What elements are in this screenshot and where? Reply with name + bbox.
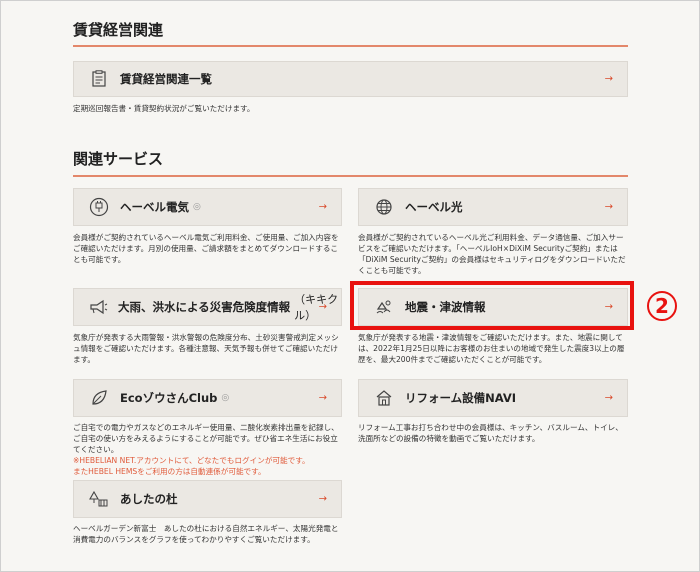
service-card-eco-zousan[interactable]: EcoゾウさんClub ◎ → bbox=[73, 379, 342, 417]
arrow-right-icon: → bbox=[604, 201, 613, 213]
external-link-icon: ◎ bbox=[221, 393, 230, 403]
document-icon bbox=[88, 68, 110, 90]
service-description: 気象庁が発表する地震・津波情報をご確認いただけます。また、地震に関しては、202… bbox=[358, 333, 625, 364]
plug-icon bbox=[88, 196, 110, 218]
arrow-right-icon: → bbox=[318, 392, 327, 404]
service-card-hebel-hikari[interactable]: ヘーベル光 → bbox=[358, 188, 628, 226]
service-label: ヘーベル電気 bbox=[120, 200, 189, 214]
service-label: 大雨、洪水による災害危険度情報 bbox=[118, 300, 291, 314]
rental-list-card[interactable]: 賃貸経営関連一覧 → bbox=[73, 61, 628, 97]
service-description: ご自宅での電力やガスなどのエネルギー使用量、二酸化炭素排出量を記録し、ご自宅の使… bbox=[73, 423, 339, 454]
highlight-box bbox=[350, 281, 634, 330]
leaf-icon bbox=[88, 387, 110, 409]
service-label: リフォーム設備NAVI bbox=[405, 391, 517, 405]
rental-section-title: 賃貸経営関連 bbox=[73, 21, 164, 39]
service-description: ヘーベルガーデン新富士 あしたの杜における自然エネルギー、太陽光発電と消費電力の… bbox=[73, 524, 339, 544]
service-description: 会員様がご契約されているヘーベル光ご利用料金、データ通信量、ご加入サービスをご確… bbox=[358, 233, 626, 275]
service-description: リフォーム工事お打ち合わせ中の会員様は、キッチン、バスルーム、トイレ、洗面所など… bbox=[358, 423, 623, 443]
arrow-right-icon: → bbox=[604, 392, 613, 404]
globe-icon bbox=[373, 196, 395, 218]
house-icon bbox=[373, 387, 395, 409]
step-marker: 2 bbox=[647, 291, 677, 321]
service-note: またHEBEL HEMSをご利用の方は自動連係が可能です。 bbox=[73, 467, 266, 476]
arrow-right-icon: → bbox=[318, 201, 327, 213]
rental-list-description: 定期巡回報告書・賃貸契約状況がご覧いただけます。 bbox=[73, 104, 255, 113]
arrow-right-icon: → bbox=[318, 493, 327, 505]
service-card-reform-navi[interactable]: リフォーム設備NAVI → bbox=[358, 379, 628, 417]
service-description: 気象庁が発表する大雨警報・洪水警報の危険度分布、土砂災害警戒判定メッシュ情報をご… bbox=[73, 333, 339, 364]
external-link-icon: ◎ bbox=[193, 202, 201, 212]
tree-icon bbox=[88, 488, 110, 510]
service-note: ※HEBELIAN NET.アカウントにて、どなたでもログインが可能です。 bbox=[73, 456, 310, 465]
rental-section-divider bbox=[73, 45, 628, 47]
megaphone-icon bbox=[88, 296, 108, 318]
service-label: あしたの杜 bbox=[120, 492, 178, 506]
service-label: EcoゾウさんClub bbox=[120, 391, 218, 405]
arrow-right-icon: → bbox=[604, 73, 613, 85]
rental-list-label: 賃貸経営関連一覧 bbox=[120, 72, 212, 86]
page-frame: 賃貸経営関連 賃貸経営関連一覧 → 定期巡回報告書・賃貸契約状況がご覧いただけま… bbox=[0, 0, 700, 572]
services-section-divider bbox=[73, 175, 628, 177]
service-card-hebel-denki[interactable]: ヘーベル電気 ◎ → bbox=[73, 188, 342, 226]
services-section-title: 関連サービス bbox=[73, 150, 164, 168]
service-description-block: ご自宅での電力やガスなどのエネルギー使用量、二酸化炭素排出量を記録し、ご自宅の使… bbox=[73, 422, 345, 477]
service-sublabel: （キキクル） bbox=[294, 293, 339, 322]
service-card-kikikuru[interactable]: 大雨、洪水による災害危険度情報 （キキクル） → bbox=[73, 288, 342, 326]
service-card-ashita-no-mori[interactable]: あしたの杜 → bbox=[73, 480, 342, 518]
service-label: ヘーベル光 bbox=[405, 200, 463, 214]
service-description: 会員様がご契約されているヘーベル電気ご利用料金、ご使用量、ご加入内容をご確認いた… bbox=[73, 233, 339, 264]
arrow-right-icon: → bbox=[318, 301, 327, 313]
